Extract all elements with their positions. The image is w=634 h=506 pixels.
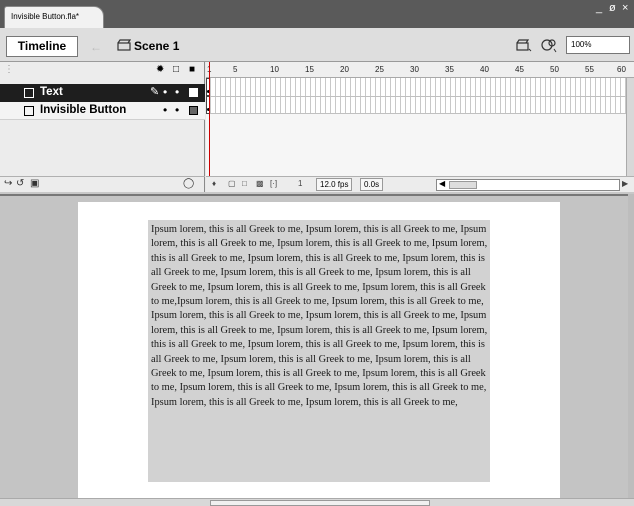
playhead[interactable] (209, 62, 210, 176)
edit-scene-icon[interactable] (540, 37, 558, 53)
insert-layer-icon[interactable]: ↪ (4, 178, 12, 189)
edit-symbols-icon[interactable] (516, 38, 532, 52)
trash-icon[interactable]: ◯ (183, 178, 194, 189)
tick-label: 5 (233, 65, 238, 74)
visibility-dot[interactable]: • (163, 103, 167, 117)
outline-square-icon[interactable] (189, 106, 198, 115)
layer-pane: ⋮ ✹ □ ■ Text ✎ • • Invisible Button • • … (0, 62, 205, 192)
scene-clapper-icon (117, 39, 131, 51)
layer-row-text[interactable]: Text ✎ • • (0, 84, 205, 102)
pencil-icon: ✎ (150, 86, 160, 98)
frame-rate-readout: 12.0 fps (316, 178, 353, 191)
layer-page-icon (24, 88, 34, 98)
insert-folder-icon[interactable]: ▣ (30, 178, 39, 189)
timeline-toggle-button[interactable]: Timeline (6, 36, 78, 57)
close-button[interactable]: × (622, 2, 628, 14)
layer-name: Invisible Button (40, 104, 127, 116)
tick-label: 10 (270, 65, 279, 74)
document-tab-bar: Invisible Button.fla* _ ø × (0, 0, 634, 28)
lock-dot[interactable]: • (175, 85, 179, 99)
minimize-button[interactable]: _ (596, 2, 602, 14)
timeline-panel: ⋮ ✹ □ ■ Text ✎ • • Invisible Button • • … (0, 62, 634, 192)
restore-button[interactable]: ø (609, 2, 616, 14)
tick-label: 15 (305, 65, 314, 74)
modify-markers-icon[interactable]: [·] (270, 179, 277, 188)
panel-grip-icon[interactable]: ⋮ (4, 64, 14, 75)
frame-row-divider (206, 96, 626, 97)
text-field[interactable]: Ipsum lorem, this is all Greek to me, Ip… (148, 220, 490, 482)
scroll-thumb[interactable] (449, 181, 477, 189)
zoom-dropdown[interactable]: 100% (566, 36, 630, 54)
scroll-left-arrow-icon[interactable]: ◀ (439, 179, 445, 188)
lock-dot[interactable]: • (175, 103, 179, 117)
center-frame-icon[interactable]: ♦ (212, 179, 216, 188)
layer-header: ⋮ ✹ □ ■ (0, 62, 204, 78)
outline-square-icon[interactable] (189, 88, 198, 97)
edit-multiple-frames-icon[interactable]: ▩ (256, 179, 264, 188)
layer-page-icon (24, 106, 34, 116)
tick-label: 30 (410, 65, 419, 74)
stage-canvas[interactable]: Ipsum lorem, this is all Greek to me, Ip… (78, 202, 560, 504)
eye-icon[interactable]: ✹ (156, 64, 164, 75)
add-motion-guide-icon[interactable]: ↺ (16, 178, 24, 189)
outline-icon[interactable]: ■ (189, 64, 195, 75)
tick-label: 60 (617, 65, 626, 74)
onion-skin-icon[interactable]: ▢ (228, 179, 236, 188)
layer-footer: ↪ ↺ ▣ ◯ (0, 176, 205, 192)
onion-outline-icon[interactable]: □ (242, 179, 247, 188)
document-tab[interactable]: Invisible Button.fla* (4, 6, 104, 28)
frame-pane: 1 5 10 15 20 25 30 35 40 45 50 55 60 ♦ ▢… (206, 62, 634, 192)
timeline-vertical-scrollbar[interactable] (626, 78, 634, 176)
frame-ruler[interactable]: 1 5 10 15 20 25 30 35 40 45 50 55 60 (206, 62, 634, 78)
text-field-content: Ipsum lorem, this is all Greek to me, Ip… (151, 224, 488, 408)
edit-bar: Timeline ← Scene 1 100% (0, 28, 634, 62)
stage-area: Ipsum lorem, this is all Greek to me, Ip… (0, 194, 634, 504)
scroll-right-arrow-icon[interactable]: ▶ (622, 179, 628, 188)
tick-label: 55 (585, 65, 594, 74)
tick-label: 35 (445, 65, 454, 74)
scene-label: Scene 1 (134, 39, 180, 53)
stage-vertical-scrollbar[interactable] (628, 194, 634, 498)
layer-name: Text (40, 86, 63, 98)
tick-label: 25 (375, 65, 384, 74)
stage-horizontal-scrollbar[interactable] (0, 498, 634, 506)
elapsed-time-readout: 0.0s (360, 178, 384, 191)
timeline-horizontal-scrollbar[interactable]: ◀ (436, 179, 620, 191)
frame-grid[interactable] (206, 78, 626, 114)
current-frame-readout: 1 (298, 179, 303, 188)
tick-label: 20 (340, 65, 349, 74)
visibility-dot[interactable]: • (163, 85, 167, 99)
frame-footer: ♦ ▢ □ ▩ [·] 1 12.0 fps 0.0s ◀ ▶ (206, 176, 634, 192)
scroll-thumb[interactable] (210, 500, 430, 506)
back-arrow-icon[interactable]: ← (90, 40, 102, 54)
lock-icon[interactable]: □ (173, 64, 179, 75)
layer-row-invisible-button[interactable]: Invisible Button • • (0, 102, 205, 120)
tick-label: 40 (480, 65, 489, 74)
tick-label: 50 (550, 65, 559, 74)
tick-label: 45 (515, 65, 524, 74)
